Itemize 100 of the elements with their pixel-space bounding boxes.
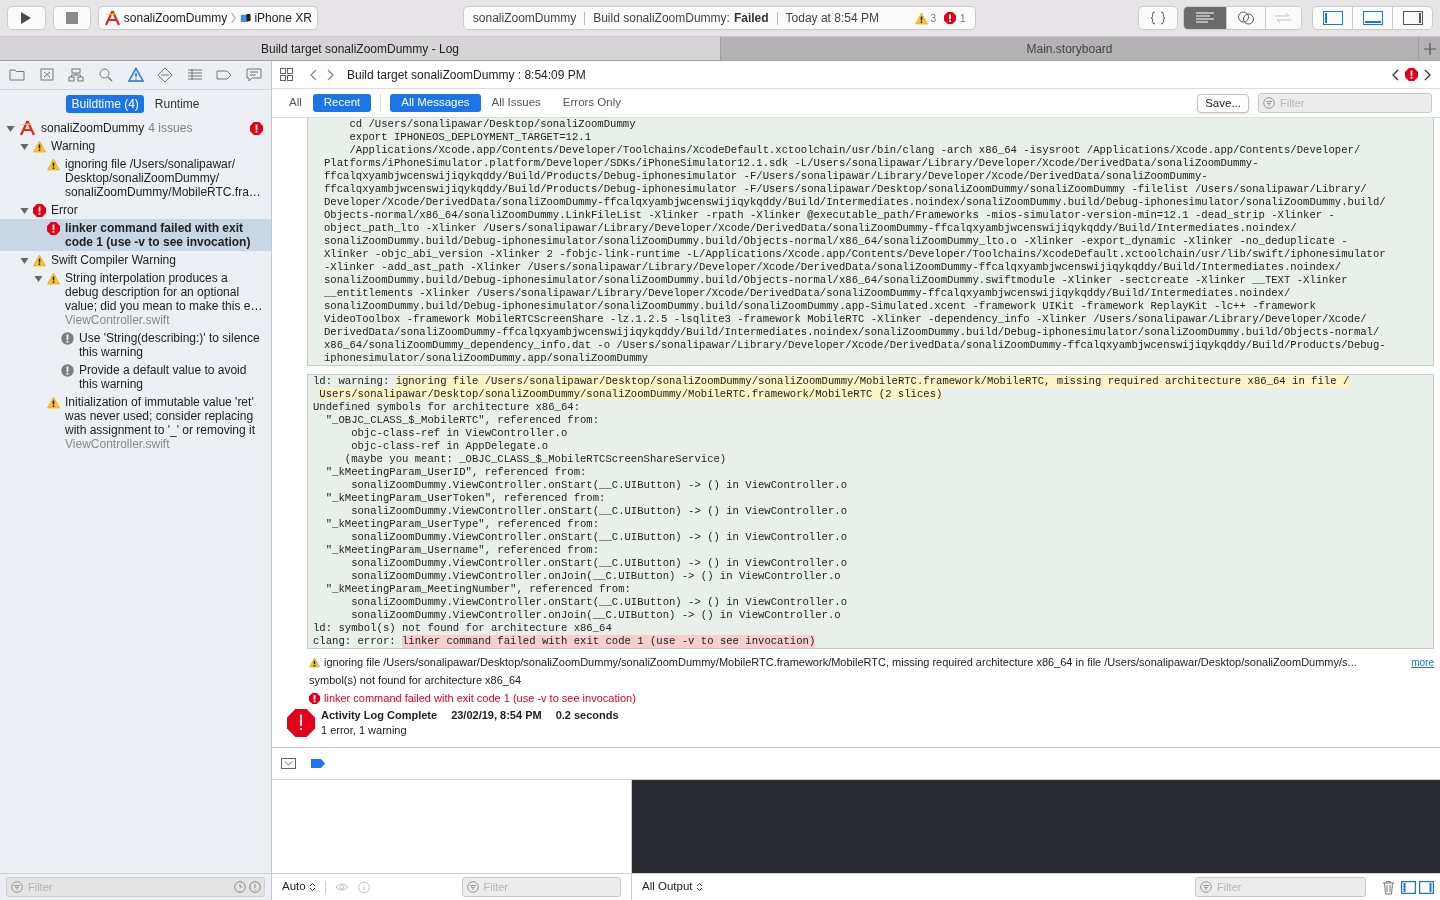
folder-icon[interactable] <box>9 67 25 83</box>
issue-message[interactable]: ignoring file /Users/sonalipawar/Desktop/sonaliZoomDummy/sonaliZoomDummy/MobileRTC.fra… <box>65 157 263 199</box>
app-icon <box>103 10 121 26</box>
view-toggle-control[interactable] <box>1312 6 1433 30</box>
scope-tab[interactable]: Runtime <box>149 94 205 113</box>
file-name: ViewController.swift <box>65 313 171 327</box>
log-line: Xlinker -objc_abi_version -Xlinker 2 -fobjc-link-runtime -L/Applications/Xcode.app/Contents/Developer/Toolchains/XcodeDefault.xctoolchain/usr/lib/swift/iphonesimulator <box>324 248 1387 261</box>
next-issue-icon[interactable] <box>1424 68 1432 81</box>
square-x-icon[interactable] <box>38 67 55 83</box>
log-line: VideoToolbox -framework MobileRTCScreenShare -lz.1.2.5 -lsqlite3 -framework MobileRTC -Xlinker -dependency_info -Xlinker /Users/sonalipawar/Library/Developer/Xcode/ <box>324 313 1368 326</box>
breadcrumb[interactable]: Build target sonaliZoomDummy : 8:54:09 PM <box>347 65 586 84</box>
assistant-editor-button[interactable] <box>1225 7 1266 29</box>
error-icon[interactable] <box>1405 68 1418 81</box>
issue-message[interactable]: String interpolation produces a debug description for an optional value; did you mean to make this e… <box>65 271 263 313</box>
log-filter-tab[interactable]: All Messages <box>390 94 481 112</box>
issue-message[interactable]: Use 'String(describing:)' to silence this warning <box>79 331 263 359</box>
panel-bottom-icon <box>1362 11 1383 25</box>
note-icon <box>61 363 74 377</box>
log-line: sonaliZoomDummy.ViewController.onStart(__C.UIButton) -> () in ViewController.o <box>350 479 848 492</box>
tag-icon[interactable] <box>216 67 233 83</box>
log-line: sonaliZoomDummy.ViewController.onStart(__C.UIButton) -> () in ViewController.o <box>350 596 848 609</box>
scope-tab[interactable]: Buildtime (4) <box>66 94 144 113</box>
output-mode-popup[interactable]: All Output <box>642 878 703 896</box>
run-button[interactable] <box>7 6 46 30</box>
log-result: 1 error, 1 warning <box>321 723 408 738</box>
panel-left-icon[interactable] <box>1401 880 1416 894</box>
chevron-icon <box>695 882 703 892</box>
list-icon[interactable] <box>186 67 203 83</box>
issue-message[interactable]: Provide a default value to avoid this warning <box>79 363 263 391</box>
forward-icon[interactable] <box>327 68 335 81</box>
log-line: sonaliZoomDummy.ViewController.onStart(__C.UIButton) -> () in ViewController.o <box>350 505 848 518</box>
log-line: cd /Users/sonalipawar/Desktop/sonaliZoomDummy <box>348 118 637 131</box>
log-summary-line: symbol(s) not found for architecture x86_64 <box>309 672 522 688</box>
log-message: ignoring file /Users/sonalipawar/Desktop/sonaliZoomDummy/sonaliZoomDummy/MobileRTC.framework/MobileRTC, missing required architecture x86_64 in file / <box>395 375 1350 388</box>
braces-icon <box>1149 11 1166 25</box>
log-line: export IPHONEOS_DEPLOYMENT_TARGET=12.1 <box>348 131 592 144</box>
disclosure-triangle-icon[interactable] <box>20 255 29 265</box>
disclosure-triangle-icon[interactable] <box>20 205 29 215</box>
log-line: "_kMeetingParam_MeetingNumber", referenced from: <box>324 583 632 596</box>
scheme-selector[interactable]: sonaliZoomDummy iPhone XR <box>97 6 318 30</box>
issue-message[interactable]: Initialization of immutable value 'ret' was never used; consider replacing with assignment to '_' or removing it <box>65 395 263 437</box>
error-icon <box>47 221 60 235</box>
warning-filter-icon[interactable] <box>249 881 261 893</box>
log-line: ffcalqxyambjwcenswijiqykqddy/Build/Products/Debug-iphonesimulator -F/Users/sonalipawar/Library/Developer/Xcode/DerivedData/sonaliZoomDummy- <box>324 170 1209 183</box>
log-filter-tab[interactable]: All Issues <box>480 94 552 112</box>
log-message: linker command failed with exit code 1 (use -v to see invocation) <box>402 635 816 648</box>
error-icon <box>33 203 46 217</box>
overlapping-circles-icon <box>1235 11 1256 25</box>
log-filter-tab[interactable]: Recent <box>312 94 372 112</box>
diamond-icon[interactable] <box>157 67 174 83</box>
code-snippet-button[interactable] <box>1137 6 1178 30</box>
log-prefix: ld: warning: <box>313 375 391 388</box>
issue-group-label[interactable]: Swift Compiler Warning <box>51 253 263 267</box>
log-line: sonaliZoomDummy.build/Debug-iphonesimulator/sonaliZoomDummy.build/sonaliZoomDummy.app-Simulated.xcent -framework UIKit -framework ReplayKit -lc++ -framework <box>324 300 1317 313</box>
more-link[interactable]: more <box>1411 654 1434 670</box>
clock-icon[interactable] <box>234 881 246 893</box>
error-icon[interactable] <box>944 12 957 24</box>
filter-icon <box>1263 97 1275 109</box>
warning-icon[interactable] <box>914 11 928 25</box>
speech-bubble-icon[interactable] <box>246 67 262 83</box>
disclosure-triangle-icon[interactable] <box>6 123 15 133</box>
save-button[interactable]: Save... <box>1197 93 1249 113</box>
editor-mode-control[interactable] <box>1182 6 1303 30</box>
previous-issue-icon[interactable] <box>1391 68 1399 81</box>
variables-mode-popup[interactable]: Auto <box>282 878 316 896</box>
warning-outline-icon[interactable] <box>127 67 144 83</box>
issue-group-label[interactable]: Error <box>51 203 263 217</box>
search-icon[interactable] <box>97 67 114 83</box>
issue-message[interactable]: linker command failed with exit code 1 (use -v to see invocation) <box>65 221 263 249</box>
warning-icon <box>47 395 60 409</box>
disclosure-triangle-icon[interactable] <box>34 273 43 283</box>
panel-right-icon[interactable] <box>1419 880 1434 894</box>
log-line: sonaliZoomDummy.ViewController.onStart(__C.UIButton) -> () in ViewController.o <box>350 557 848 570</box>
log-line: x86_64/sonaliZoomDummy_dependency_info.dat -o /Users/sonalipawar/Library/Developer/Xcode/DerivedData/sonaliZoomDummy-ffcalqxyambjwcenswijiqykqddy/Build/Products/Debug- <box>324 339 1387 352</box>
editor-tab[interactable]: Build target sonaliZoomDummy - Log <box>0 37 720 60</box>
trash-icon[interactable] <box>1382 879 1395 895</box>
selected-issue-row[interactable]: linker command failed with exit code 1 (use -v to see invocation) <box>0 219 271 251</box>
back-icon[interactable] <box>309 68 317 81</box>
log-filter-tab[interactable]: Errors Only <box>551 94 632 112</box>
breakpoint-icon[interactable] <box>311 758 326 769</box>
log-line: "_OBJC_CLASS_$_MobileRTC", referenced from: <box>324 414 601 427</box>
filter-icon <box>1200 881 1212 893</box>
log-filter-tab[interactable]: All <box>278 94 313 112</box>
hierarchy-icon[interactable] <box>68 67 85 83</box>
stop-button[interactable] <box>52 6 91 30</box>
log-line: "_kMeetingParam_UserType", referenced from: <box>324 518 601 531</box>
warning-icon <box>309 656 320 668</box>
collapse-icon[interactable] <box>281 758 296 769</box>
grid-icon[interactable] <box>280 68 293 81</box>
standard-editor-button[interactable] <box>1183 7 1226 29</box>
issue-group-label[interactable]: Warning <box>51 139 263 153</box>
log-line: Undefined symbols for architecture x86_64: <box>313 401 581 414</box>
file-name: ViewController.swift <box>65 437 171 451</box>
disclosure-triangle-icon[interactable] <box>20 141 29 151</box>
log-line: iphonesimulator/sonaliZoomDummy.app/sonaliZoomDummy <box>324 352 650 365</box>
log-line: -Xlinker -add_ast_path -Xlinker /Users/sonalipawar/Library/Developer/Xcode/DerivedData/sonaliZoomDummy-ffcalqxyambjwcenswijiqykqddy/Build/Intermediates.noindex/ <box>324 261 1343 274</box>
lines-icon <box>1195 12 1214 24</box>
stop-icon <box>65 12 78 24</box>
swap-arrows-icon <box>1273 12 1294 24</box>
device-icon <box>240 12 252 24</box>
